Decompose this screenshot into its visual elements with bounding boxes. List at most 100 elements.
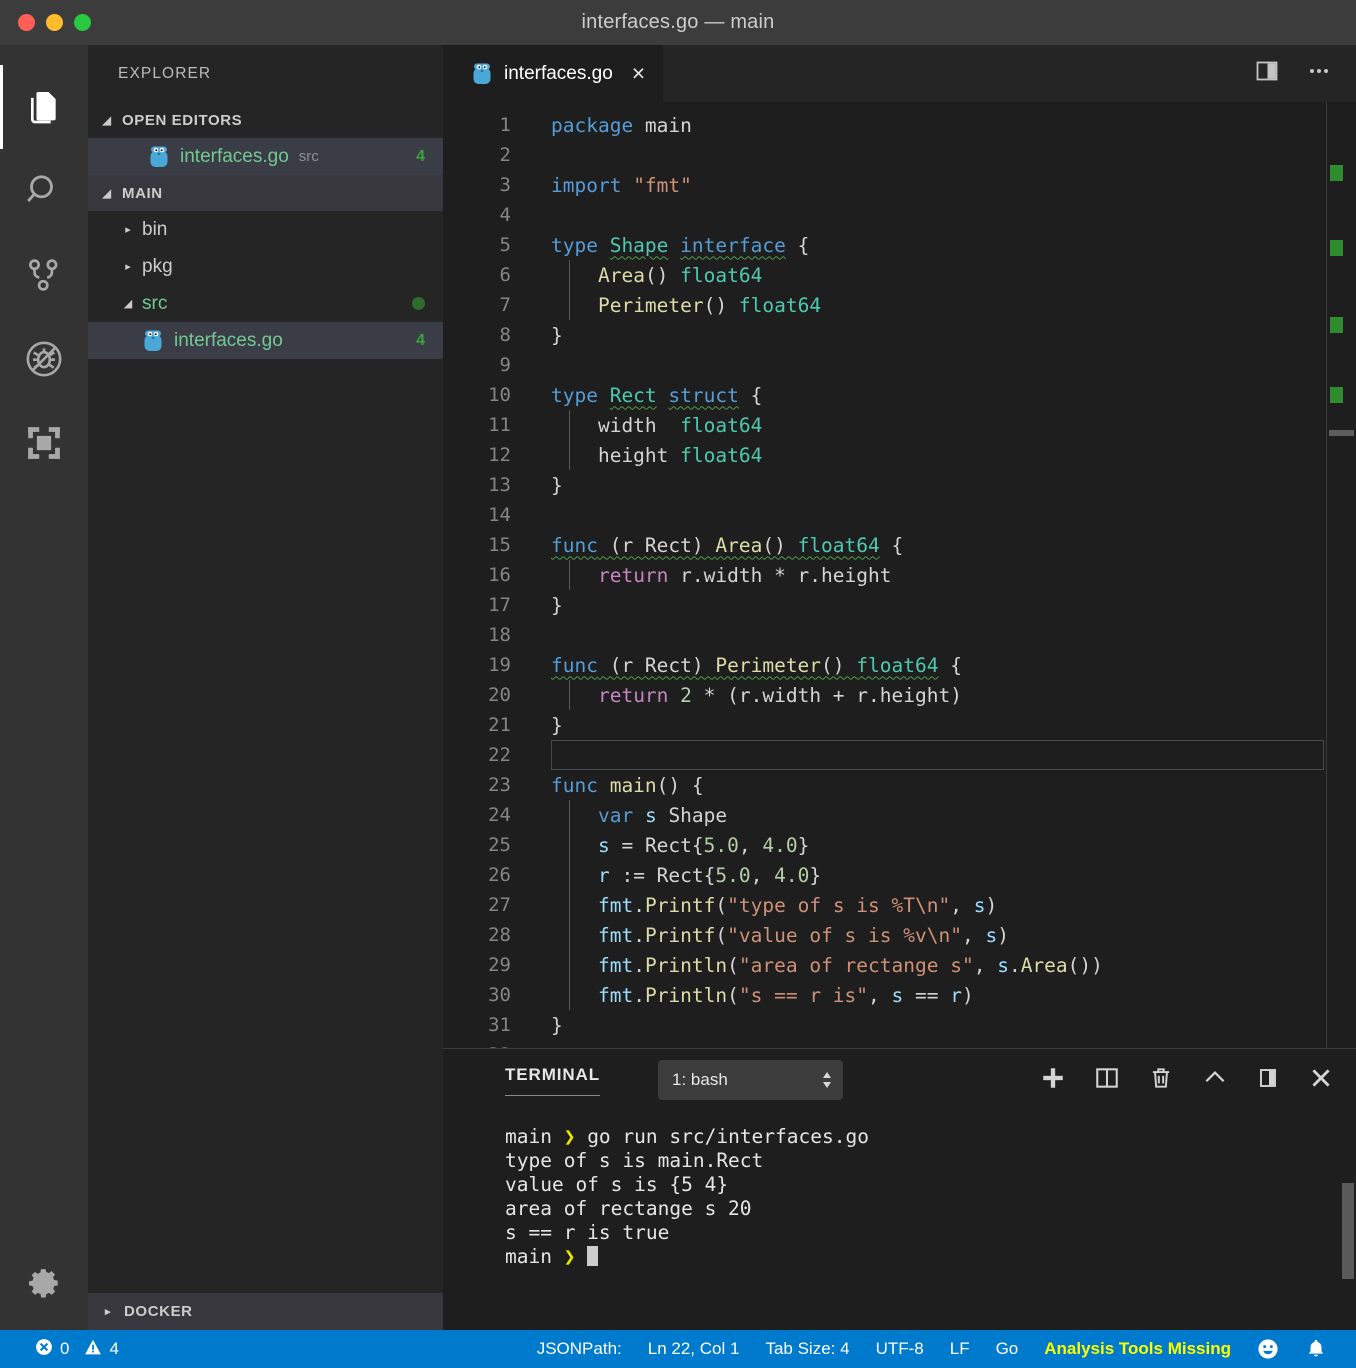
section-workspace-main[interactable]: ◢ MAIN <box>88 175 443 211</box>
chevron-down-icon: ◢ <box>102 114 112 127</box>
code-line[interactable]: 27 fmt.Printf("type of s is %T\n", s) <box>443 890 1326 920</box>
smiley-icon[interactable] <box>1244 1338 1292 1360</box>
overview-ruler[interactable] <box>1326 102 1356 1048</box>
code-line-text: var s Shape <box>597 803 728 827</box>
tab-bar-filler <box>663 45 1254 102</box>
code-line[interactable]: 6 Area() float64 <box>443 260 1326 290</box>
code-line[interactable]: 12 height float64 <box>443 440 1326 470</box>
close-icon[interactable]: × <box>632 62 645 85</box>
code-line[interactable]: 21} <box>443 710 1326 740</box>
tree-item-bin[interactable]: ▸ bin <box>88 211 443 248</box>
activity-item-explorer[interactable] <box>0 65 88 149</box>
sidebar-title: EXPLORER <box>118 64 212 82</box>
code-line[interactable]: 28 fmt.Printf("value of s is %v\n", s) <box>443 920 1326 950</box>
code-line[interactable]: 31} <box>443 1010 1326 1040</box>
terminal-output[interactable]: main ❯ go run src/interfaces.go type of s… <box>443 1111 1356 1330</box>
code-line[interactable]: 4 <box>443 200 1326 230</box>
panel-layout-icon[interactable] <box>1256 1065 1280 1096</box>
code-line[interactable]: 29 fmt.Println("area of rectange s", s.A… <box>443 950 1326 980</box>
activity-item-search[interactable] <box>0 149 88 233</box>
code-line[interactable]: 18 <box>443 620 1326 650</box>
code-line[interactable]: 8} <box>443 320 1326 350</box>
status-tab-size[interactable]: Tab Size: 4 <box>752 1339 862 1359</box>
terminal-line: s == r is true <box>505 1221 1356 1245</box>
code-line[interactable]: 14 <box>443 500 1326 530</box>
trash-icon[interactable] <box>1148 1065 1174 1096</box>
code-line[interactable]: 5 type Shape interface { <box>443 230 1326 260</box>
code-line-text: fmt.Println("area of rectange s", s.Area… <box>597 953 1103 977</box>
code-line[interactable]: 17} <box>443 590 1326 620</box>
go-gopher-icon <box>142 329 164 353</box>
code-line[interactable]: 30 fmt.Println("s == r is", s == r) <box>443 980 1326 1010</box>
bell-icon[interactable] <box>1292 1338 1340 1360</box>
panel-tab-terminal[interactable]: TERMINAL <box>505 1059 601 1101</box>
line-number: 4 <box>499 204 511 226</box>
warning-icon <box>84 1338 102 1361</box>
section-docker[interactable]: ▸ DOCKER <box>88 1293 443 1330</box>
code-line[interactable]: 24 var s Shape <box>443 800 1326 830</box>
line-number: 12 <box>488 444 511 466</box>
line-number: 7 <box>499 294 511 316</box>
code-line[interactable]: 22 <box>443 740 1326 770</box>
ellipsis-icon[interactable] <box>1306 59 1332 88</box>
code-line[interactable]: 9 <box>443 350 1326 380</box>
terminal-selector[interactable]: 1: bash <box>658 1060 844 1100</box>
code-editor[interactable]: 1 package main 2 3 import "fmt" 4 5 type Shape … <box>443 102 1326 1048</box>
status-problems[interactable]: 0 4 <box>22 1338 132 1361</box>
status-analysis-tools-missing[interactable]: Analysis Tools Missing <box>1031 1339 1244 1359</box>
status-language-mode[interactable]: Go <box>983 1339 1032 1359</box>
code-line[interactable]: 16 return r.width * r.height <box>443 560 1326 590</box>
section-open-editors-label: OPEN EDITORS <box>122 111 243 129</box>
terminal-selector-value: 1: bash <box>672 1070 728 1089</box>
editor-scrollbar-thumb[interactable] <box>1329 430 1354 436</box>
activity-item-extensions[interactable] <box>0 401 88 485</box>
code-line[interactable]: 32 <box>443 1040 1326 1048</box>
code-line[interactable]: 3 import "fmt" <box>443 170 1326 200</box>
close-icon[interactable] <box>1308 1065 1334 1096</box>
open-editor-item-interfaces-go[interactable]: interfaces.go src 4 <box>88 138 443 175</box>
status-encoding[interactable]: UTF-8 <box>863 1339 937 1359</box>
code-line[interactable]: 1 package main <box>443 110 1326 140</box>
tree-item-interfaces-go[interactable]: interfaces.go 4 <box>88 322 443 359</box>
code-line[interactable]: 11 width float64 <box>443 410 1326 440</box>
code-line[interactable]: 26 r := Rect{5.0, 4.0} <box>443 860 1326 890</box>
section-open-editors[interactable]: ◢ OPEN EDITORS <box>88 102 443 138</box>
line-number: 25 <box>488 834 511 856</box>
code-line[interactable]: 19 func (r Rect) Perimeter() float64 { <box>443 650 1326 680</box>
code-line[interactable]: 10 type Rect struct { <box>443 380 1326 410</box>
line-number: 29 <box>488 954 511 976</box>
code-line[interactable]: 15 func (r Rect) Area() float64 { <box>443 530 1326 560</box>
tab-interfaces-go[interactable]: interfaces.go × <box>443 45 664 102</box>
status-eol[interactable]: LF <box>937 1339 983 1359</box>
code-line-text: } <box>551 473 563 497</box>
code-line[interactable]: 7 Perimeter() float64 <box>443 290 1326 320</box>
plus-icon[interactable] <box>1040 1065 1066 1096</box>
code-line[interactable]: 25 s = Rect{5.0, 4.0} <box>443 830 1326 860</box>
tree-item-pkg[interactable]: ▸ pkg <box>88 248 443 285</box>
tree-item-src[interactable]: ◢ src <box>88 285 443 322</box>
split-icon[interactable] <box>1094 1065 1120 1096</box>
code-line[interactable]: 2 <box>443 140 1326 170</box>
activity-item-source-control[interactable] <box>0 233 88 317</box>
code-line-text: } <box>551 713 563 737</box>
code-line-text: type Shape interface { <box>551 233 810 257</box>
activity-item-manage[interactable] <box>0 1240 88 1330</box>
split-editor-icon[interactable] <box>1254 59 1280 88</box>
error-icon <box>35 1338 53 1361</box>
code-line[interactable]: 20 return 2 * (r.width + r.height) <box>443 680 1326 710</box>
line-number: 26 <box>488 864 511 886</box>
indent-guide <box>569 410 570 470</box>
code-line-text: Perimeter() float64 <box>597 293 822 317</box>
chevron-up-icon[interactable] <box>1202 1065 1228 1096</box>
code-line[interactable]: 23 func main() { <box>443 770 1326 800</box>
terminal-scrollbar[interactable] <box>1342 1183 1354 1279</box>
activity-item-debug[interactable] <box>0 317 88 401</box>
status-jsonpath[interactable]: JSONPath: <box>524 1339 635 1359</box>
line-number: 24 <box>488 804 511 826</box>
chevron-right-icon: ▸ <box>125 261 131 273</box>
status-cursor-position[interactable]: Ln 22, Col 1 <box>635 1339 753 1359</box>
prompt-arrow-icon: ❯ <box>563 1245 576 1268</box>
code-line[interactable]: 13} <box>443 470 1326 500</box>
code-line-text: fmt.Printf("value of s is %v\n", s) <box>597 923 1009 947</box>
terminal-prompt: main <box>505 1245 564 1268</box>
